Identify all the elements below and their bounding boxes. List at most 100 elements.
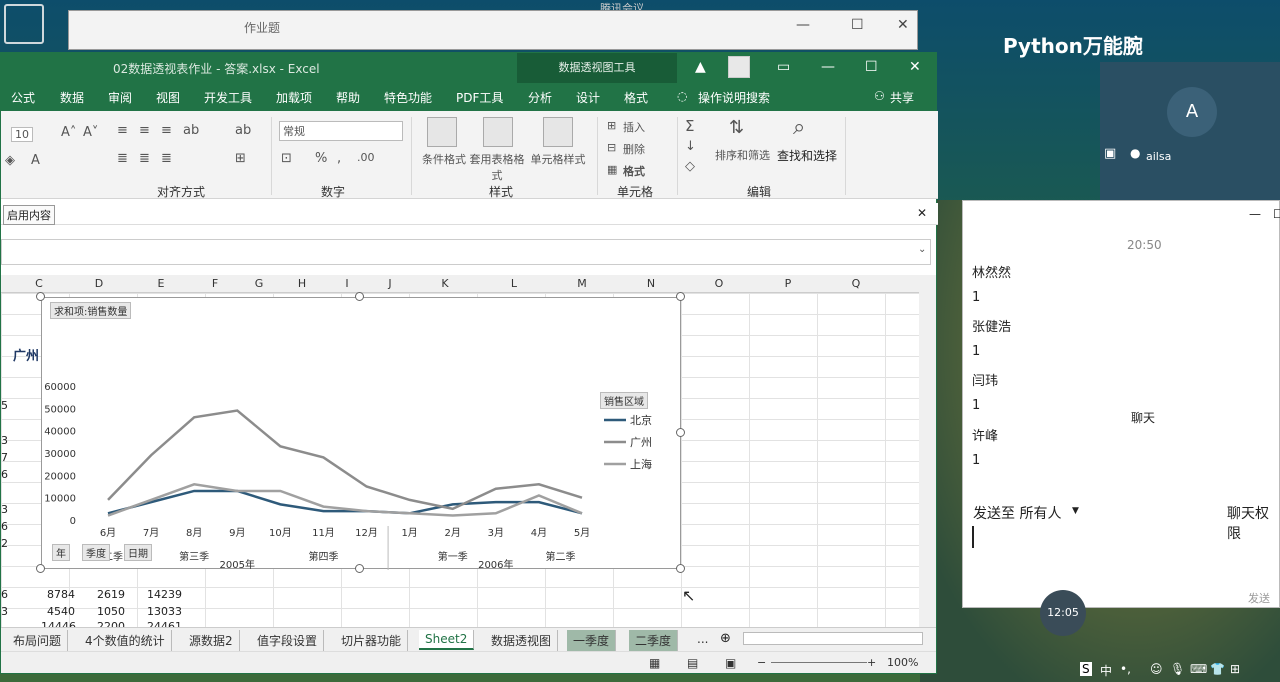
mic-icon[interactable]: 🎙 (1170, 662, 1185, 676)
add-sheet-icon[interactable]: ⊕ (720, 631, 731, 646)
align-right-icon[interactable]: ≣ (161, 151, 172, 166)
format-table-icon[interactable] (483, 117, 513, 147)
col-header[interactable]: I (337, 277, 357, 290)
cell[interactable]: 4540 (47, 605, 75, 618)
col-header[interactable]: J (380, 277, 400, 290)
menu-analyze[interactable]: 分析 (528, 89, 552, 106)
cell[interactable]: 6 (1, 588, 8, 601)
more-tabs-button[interactable]: ... (691, 630, 714, 648)
comma-icon[interactable]: , (337, 151, 341, 166)
sort-filter-button[interactable]: 排序和筛选 (715, 147, 770, 163)
formula-bar[interactable]: ⌄ (1, 239, 931, 265)
ime-icon[interactable]: S (1080, 662, 1092, 676)
sheet-tab[interactable]: 4个数值的统计 (79, 630, 172, 651)
cell[interactable]: 6 (1, 520, 8, 533)
chat-permission-button[interactable]: 聊天权限 (1227, 503, 1280, 543)
col-header[interactable]: L (504, 277, 524, 290)
sort-filter-icon[interactable]: ⇅ (729, 117, 744, 138)
cell[interactable]: 24461 (147, 620, 182, 627)
pivot-chart[interactable]: 60000 50000 40000 30000 20000 10000 0 6月 7月 8月 9月 1… (41, 297, 681, 570)
cell[interactable]: 2 (1, 537, 8, 550)
menu-view[interactable]: 视图 (156, 89, 180, 106)
normal-view-icon[interactable]: ▦ (649, 656, 660, 670)
background-window[interactable]: 作业题 — ☐ ✕ (68, 10, 918, 50)
cell[interactable]: 5 (1, 399, 8, 412)
zoom-out-icon[interactable]: − (757, 656, 766, 669)
find-select-button[interactable]: 查找和选择 (777, 147, 837, 164)
cell[interactable]: 3 (1, 503, 8, 516)
orientation-icon[interactable]: ab (183, 123, 199, 138)
delete-cells-button[interactable]: 删除 (623, 141, 645, 157)
menu-format[interactable]: 格式 (624, 89, 648, 106)
align-left-icon[interactable]: ≣ (117, 151, 128, 166)
percent-icon[interactable]: % (315, 151, 327, 166)
sheet-tab[interactable]: 值字段设置 (251, 630, 325, 651)
insert-cells-icon[interactable]: ⊞ (607, 119, 616, 132)
col-header[interactable]: C (29, 277, 49, 290)
col-header[interactable]: Q (846, 277, 866, 290)
align-center-icon[interactable]: ≣ (139, 151, 150, 166)
col-header[interactable]: E (151, 277, 171, 290)
clear-icon[interactable]: ◇ (685, 159, 695, 174)
col-header[interactable]: P (778, 277, 798, 290)
resize-handle[interactable] (36, 292, 45, 301)
fill-color-icon[interactable]: ◈ (5, 153, 15, 168)
chevron-down-icon[interactable]: ▼ (1072, 506, 1079, 516)
cell[interactable]: 3 (1, 605, 8, 618)
sheet-tab[interactable]: 源数据2 (183, 630, 240, 651)
send-button[interactable]: 发送 (1248, 590, 1270, 606)
page-layout-icon[interactable]: ▤ (687, 656, 698, 670)
cell[interactable]: 1050 (97, 605, 125, 618)
format-table-button[interactable]: 套用表格格式 (469, 151, 525, 183)
cell[interactable]: 13033 (147, 605, 182, 618)
cell[interactable]: 8784 (47, 588, 75, 601)
skin-icon[interactable]: 👕 (1210, 662, 1225, 676)
page-break-icon[interactable]: ▣ (725, 656, 736, 670)
send-to-select[interactable]: 发送至 所有人 (973, 503, 1061, 523)
field-button-year[interactable]: 年 (52, 544, 70, 561)
zoom-level[interactable]: 100% (887, 656, 918, 669)
conditional-format-icon[interactable] (427, 117, 457, 147)
format-cells-button[interactable]: 格式 (623, 163, 645, 179)
minimize-icon[interactable]: — (1249, 207, 1261, 221)
keyboard-icon[interactable]: ⌨ (1190, 662, 1207, 676)
field-button-date[interactable]: 日期 (124, 544, 152, 561)
tell-me-search[interactable]: 操作说明搜索 (698, 89, 770, 106)
ime-mode[interactable]: 中 (1100, 662, 1112, 679)
col-header[interactable]: K (435, 277, 455, 290)
font-size-select[interactable]: 10 (11, 127, 33, 142)
font-color-icon[interactable]: A (31, 153, 40, 168)
format-cells-icon[interactable]: ▦ (607, 163, 617, 176)
col-header[interactable]: D (89, 277, 109, 290)
fill-icon[interactable]: ↓ (685, 139, 696, 154)
cell[interactable]: 6 (1, 468, 8, 481)
chat-input-caret[interactable] (972, 526, 974, 548)
resize-handle[interactable] (36, 564, 45, 573)
menu-addins[interactable]: 加载项 (276, 89, 312, 106)
cell-styles-button[interactable]: 单元格样式 (527, 151, 589, 167)
legend-title-field[interactable]: 销售区域 (600, 392, 648, 409)
cell[interactable]: 14446 (41, 620, 76, 627)
col-header[interactable]: F (205, 277, 225, 290)
menu-help[interactable]: 帮助 (336, 89, 360, 106)
cell[interactable]: 3 (1, 434, 8, 447)
cell[interactable]: 14239 (147, 588, 182, 601)
shrink-font-icon[interactable]: A˅ (83, 125, 98, 140)
resize-handle[interactable] (676, 564, 685, 573)
merge-cells-icon[interactable]: ⊞ (235, 151, 246, 166)
menu-developer[interactable]: 开发工具 (204, 89, 252, 106)
insert-cells-button[interactable]: 插入 (623, 119, 645, 135)
delete-cells-icon[interactable]: ⊟ (607, 141, 616, 154)
punctuation-icon[interactable]: •, (1120, 662, 1131, 676)
menu-special[interactable]: 特色功能 (384, 89, 432, 106)
sheet-tab[interactable]: 布局问题 (7, 630, 69, 651)
col-header[interactable]: M (572, 277, 592, 290)
close-icon[interactable]: ✕ (897, 17, 909, 33)
resize-handle[interactable] (355, 292, 364, 301)
vertical-scrollbar[interactable] (919, 275, 936, 627)
zoom-in-icon[interactable]: + (867, 656, 876, 669)
menu-data[interactable]: 数据 (60, 89, 84, 106)
cell[interactable]: 2200 (97, 620, 125, 627)
share-icon[interactable]: ⚇ (874, 89, 885, 103)
sheet-tab[interactable]: 数据透视图 (485, 630, 559, 651)
